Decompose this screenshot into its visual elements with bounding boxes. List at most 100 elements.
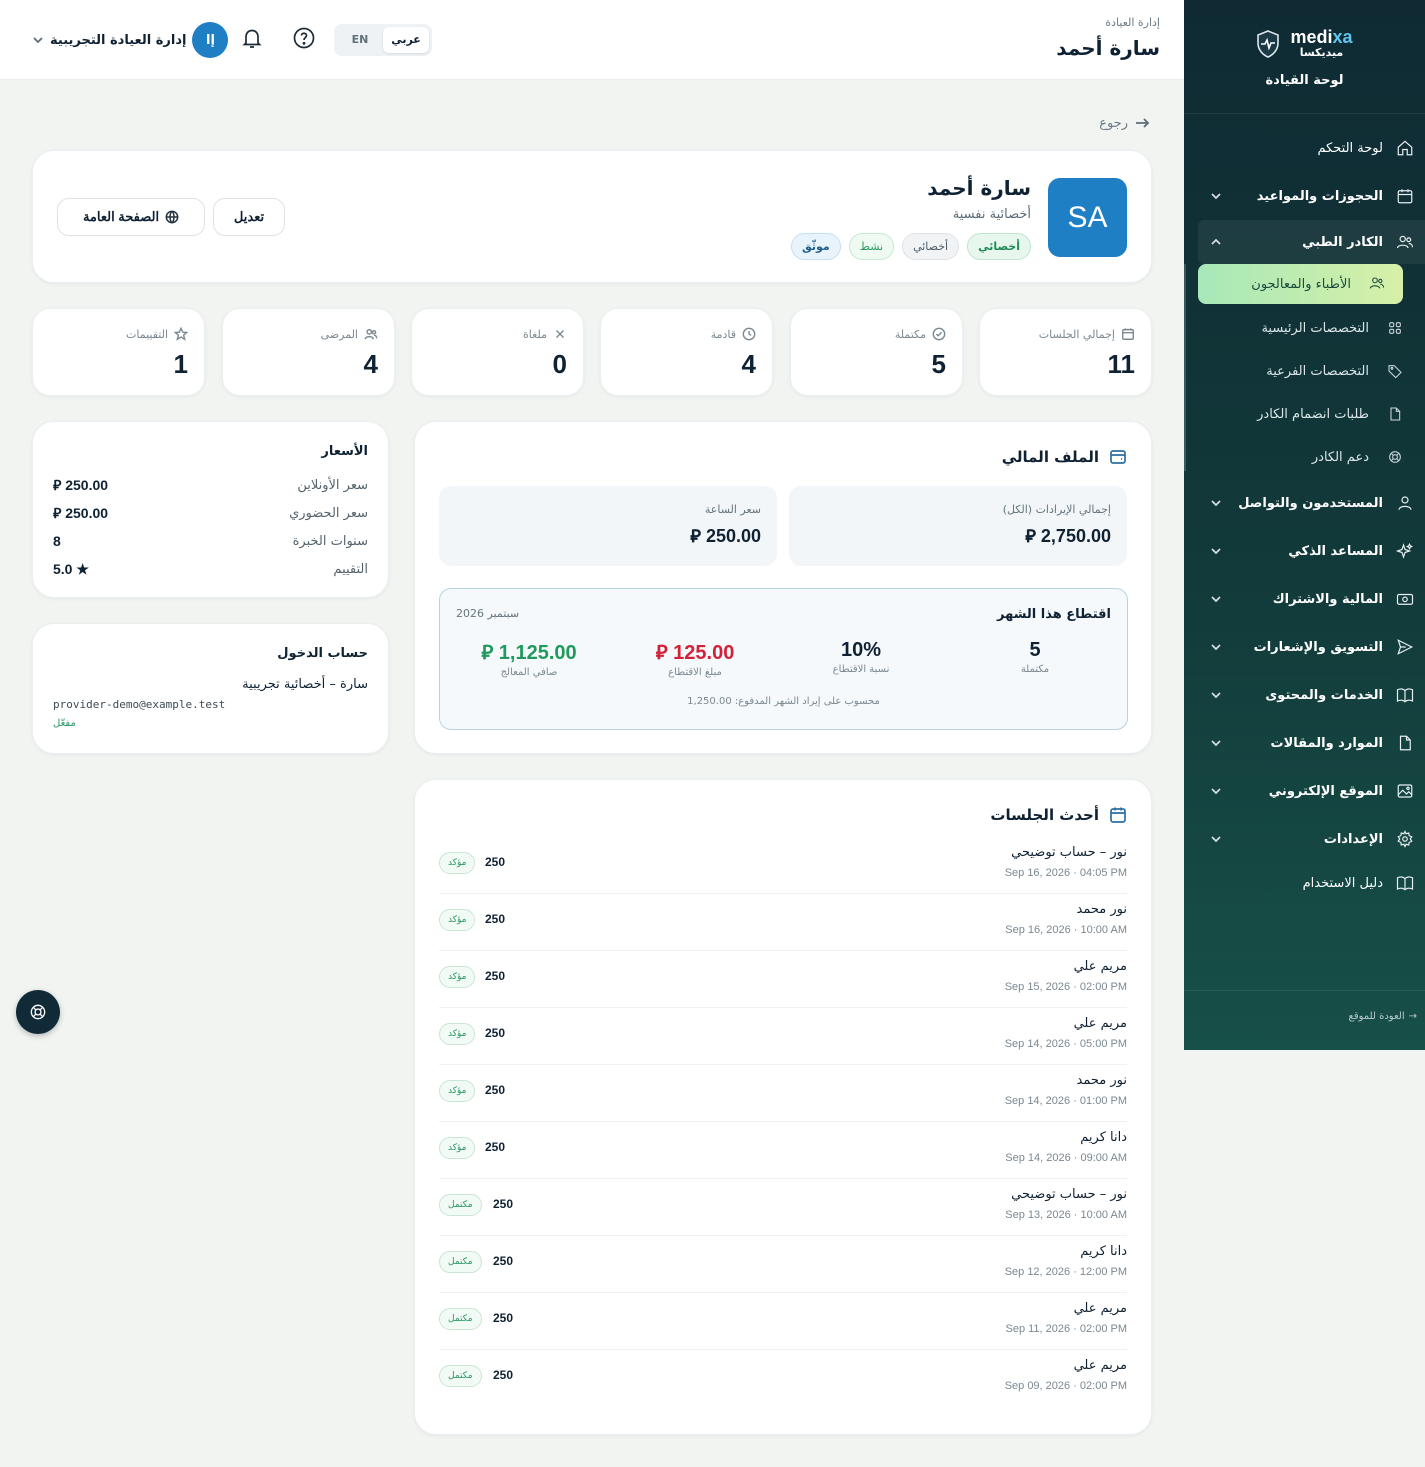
- chevron-down-icon: [1210, 737, 1222, 749]
- stat-total-sessions: إجمالي الجلسات 11: [979, 308, 1152, 396]
- session-row[interactable]: دانا كريم Sep 14, 2026 · 09:00 AM مؤكد 250: [439, 1122, 1127, 1179]
- sidebar-item-resources[interactable]: الموارد والمقالات: [1184, 719, 1425, 767]
- lang-ar-button[interactable]: عربي: [383, 27, 429, 53]
- sidebar-subitem-staff-support[interactable]: دعم الكادر: [1184, 436, 1425, 479]
- sidebar-item-marketing[interactable]: التسويق والإشعارات: [1184, 623, 1425, 671]
- sidebar-item-user-guide[interactable]: دليل الاستخدام: [1184, 863, 1425, 903]
- globe-icon: [165, 210, 179, 224]
- sidebar-subitem-join-requests[interactable]: طلبات انضمام الكادر: [1184, 393, 1425, 436]
- status-badge: موثّق: [790, 233, 841, 260]
- session-date: Sep 13, 2026 · 10:00 AM: [1005, 1209, 1127, 1221]
- session-patient: مريم علي: [1073, 1358, 1127, 1373]
- sidebar-subitem-doctors[interactable]: الأطباء والمعالجون: [1198, 264, 1403, 304]
- session-patient: نور محمد: [1076, 902, 1127, 917]
- session-patient: مريم علي: [1073, 1016, 1127, 1031]
- profile-badges: أخصائي أخصائي نشط موثّق: [790, 233, 1031, 260]
- session-amount: 250: [493, 1368, 514, 1382]
- session-patient: مريم علي: [1073, 959, 1127, 974]
- session-patient: نور – حساب توضيحي: [1011, 1187, 1127, 1202]
- help-icon[interactable]: [290, 26, 316, 52]
- avatar: SA: [1048, 178, 1127, 257]
- chevron-down-icon: [1210, 689, 1222, 701]
- sidebar-footer: العودة للموقع →: [1184, 990, 1425, 1050]
- grid-icon: [1385, 320, 1403, 338]
- edit-button[interactable]: تعديل: [213, 198, 285, 236]
- avatar: إا: [192, 22, 229, 58]
- image-icon: [1395, 781, 1415, 801]
- sidebar: medixa ميديكسا لوحة القيادة لوحة التحكم …: [1184, 0, 1425, 1050]
- stat-upcoming: قادمة 4: [600, 308, 773, 396]
- session-date: Sep 11, 2026 · 02:00 PM: [1005, 1323, 1128, 1335]
- clock-icon: [742, 327, 756, 341]
- session-row[interactable]: مريم علي Sep 15, 2026 · 02:00 PM مؤكد 250: [439, 951, 1127, 1008]
- session-amount: 250: [493, 1197, 514, 1211]
- session-row[interactable]: نور محمد Sep 14, 2026 · 01:00 PM مؤكد 250: [439, 1065, 1127, 1122]
- sidebar-item-website[interactable]: الموقع الإلكتروني: [1184, 767, 1425, 815]
- status-badge: مؤكد: [439, 909, 476, 931]
- sidebar-subitem-sub-specialties[interactable]: التخصصات الفرعية: [1184, 350, 1425, 393]
- sidebar-item-users[interactable]: المستخدمون والتواصل: [1184, 479, 1425, 527]
- session-row[interactable]: مريم علي Sep 11, 2026 · 02:00 PM مكتمل 250: [439, 1293, 1127, 1350]
- price-row: سعر الحضوري 250.00 ⃁: [53, 505, 368, 521]
- riyal-icon: ⃁: [1025, 526, 1036, 546]
- stat-patients: المرضى 4: [222, 308, 395, 396]
- sidebar-item-bookings[interactable]: الحجوزات والمواعيد: [1184, 172, 1425, 220]
- session-amount: 250: [493, 1311, 514, 1325]
- back-to-site-link[interactable]: العودة للموقع →: [1349, 1011, 1417, 1022]
- session-date: Sep 14, 2026 · 09:00 AM: [1005, 1152, 1127, 1164]
- user-menu[interactable]: إا إدارة العيادة التجريبية: [32, 22, 229, 58]
- top-header: إدارة العيادة سارة أحمد EN عربي إا إدارة…: [0, 0, 1184, 80]
- lifebuoy-icon: [30, 1004, 46, 1020]
- deduction-amount: 125.00 ⃁ مبلغ الاقتطاع: [655, 642, 735, 678]
- status-badge: مكتمل: [439, 1365, 482, 1387]
- session-row[interactable]: مريم علي Sep 14, 2026 · 05:00 PM مؤكد 250: [439, 1008, 1127, 1065]
- lang-en-button[interactable]: EN: [337, 27, 383, 53]
- session-row[interactable]: نور – حساب توضيحي Sep 13, 2026 · 10:00 AM…: [439, 1179, 1127, 1236]
- user-name: إدارة العيادة التجريبية: [50, 32, 187, 48]
- section-title: الأسعار: [321, 444, 368, 459]
- send-icon: [1395, 637, 1415, 657]
- session-amount: 250: [485, 1083, 506, 1097]
- tag-icon: [1385, 363, 1403, 381]
- brand-logo[interactable]: medixa ميديكسا: [1184, 28, 1425, 59]
- shield-logo-icon: [1257, 29, 1280, 58]
- sparkles-icon: [1395, 541, 1415, 561]
- session-amount: 250: [485, 855, 506, 869]
- session-date: Sep 12, 2026 · 12:00 PM: [1004, 1266, 1127, 1278]
- support-fab[interactable]: [16, 990, 60, 1034]
- status-badge: مكتمل: [439, 1251, 482, 1273]
- riyal-icon: ⃁: [655, 642, 668, 664]
- back-link[interactable]: رجوع: [1099, 115, 1150, 131]
- brand: medixa ميديكسا لوحة القيادة: [1184, 0, 1425, 114]
- bell-icon[interactable]: [238, 26, 264, 52]
- sidebar-item-dashboard[interactable]: لوحة التحكم: [1184, 124, 1425, 172]
- status-badge: مؤكد: [439, 1137, 476, 1159]
- page-title: سارة أحمد: [1056, 36, 1160, 60]
- session-row[interactable]: مريم علي Sep 09, 2026 · 02:00 PM مكتمل 250: [439, 1350, 1127, 1407]
- sidebar-nav: لوحة التحكم الحجوزات والمواعيد الكادر ال…: [1184, 114, 1425, 903]
- sidebar-item-settings[interactable]: الإعدادات: [1184, 815, 1425, 863]
- riyal-icon: ⃁: [481, 642, 494, 664]
- sidebar-item-finance[interactable]: المالية والاشتراك: [1184, 575, 1425, 623]
- breadcrumb[interactable]: إدارة العيادة: [1105, 16, 1160, 29]
- sidebar-item-services[interactable]: الخدمات والمحتوى: [1184, 671, 1425, 719]
- session-row[interactable]: دانا كريم Sep 12, 2026 · 12:00 PM مكتمل 250: [439, 1236, 1127, 1293]
- status-badge: أخصائي: [967, 233, 1031, 260]
- public-page-button[interactable]: الصفحة العامة: [57, 198, 205, 236]
- sidebar-item-ai-assistant[interactable]: المساعد الذكي: [1184, 527, 1425, 575]
- session-patient: دانا كريم: [1080, 1130, 1127, 1145]
- deduction-note: محسوب على إيراد الشهر المدفوع: 1,250.00: [687, 696, 880, 707]
- book-open-icon: [1395, 873, 1415, 893]
- session-row[interactable]: نور محمد Sep 16, 2026 · 10:00 AM مؤكد 250: [439, 894, 1127, 951]
- stat-cancelled: ملغاة 0: [411, 308, 584, 396]
- calendar-icon: [1110, 807, 1126, 823]
- sidebar-item-medical-staff[interactable]: الكادر الطبي: [1198, 220, 1425, 264]
- star-icon: [174, 327, 188, 341]
- session-row[interactable]: نور – حساب توضيحي Sep 16, 2026 · 04:05 PM…: [439, 837, 1127, 894]
- users-icon: [364, 328, 378, 340]
- status-badge: نشط: [848, 233, 895, 260]
- financial-profile-card: الملف المالي إجمالي الإيرادات (الكل) 2,7…: [414, 421, 1152, 754]
- login-account-card: حساب الدخول سارة – أخصائية تجريبية provi…: [32, 623, 389, 754]
- sidebar-subitem-main-specialties[interactable]: التخصصات الرئيسية: [1184, 307, 1425, 350]
- total-revenue-box: إجمالي الإيرادات (الكل) 2,750.00 ⃁: [789, 486, 1127, 566]
